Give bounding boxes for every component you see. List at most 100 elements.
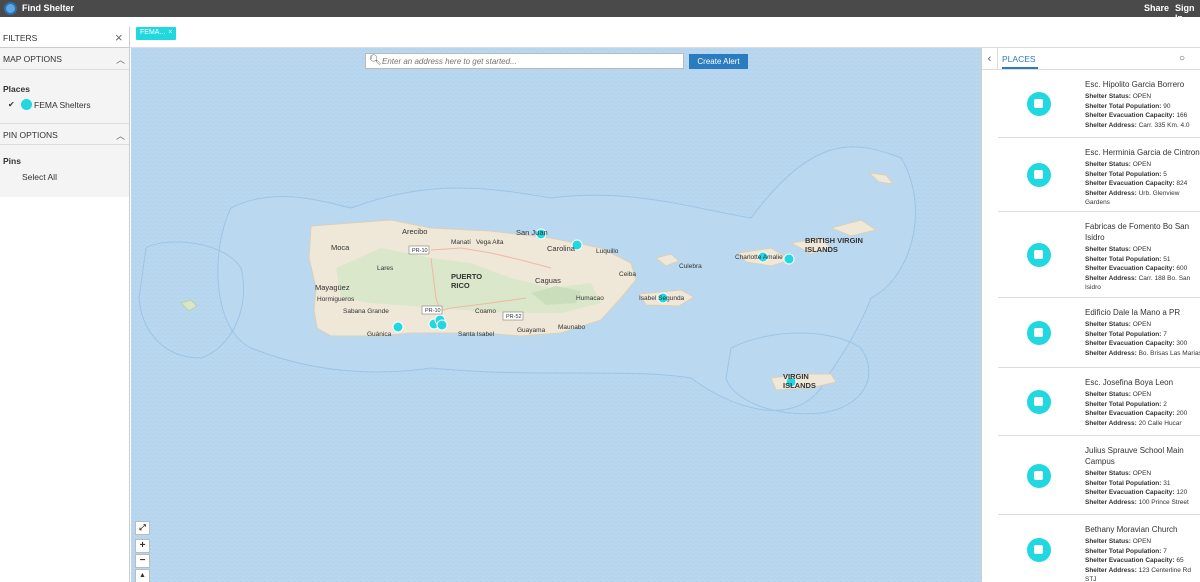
zoom-out-button[interactable]: − — [135, 554, 150, 568]
field-label: Shelter Status: — [1085, 246, 1131, 253]
chevron-left-icon[interactable]: ‹ — [982, 48, 998, 70]
shelter-avatar-icon — [1027, 243, 1051, 267]
field-label: Shelter Total Population: — [1085, 479, 1162, 487]
place-field-status: Shelter Status: OPEN — [1085, 245, 1200, 255]
refresh-icon[interactable]: ○ — [1179, 53, 1185, 64]
app-title: Find Shelter — [22, 3, 75, 13]
map-label-luquillo: Luquillo — [596, 248, 619, 255]
place-name[interactable]: Julius Sprauve School Main Campus — [1085, 445, 1200, 467]
place-field-capacity: Shelter Evacuation Capacity: 300 — [1085, 339, 1200, 349]
place-name[interactable]: Fabricas de Fomento Bo San Isidro — [1085, 221, 1200, 243]
shelter-pin-guanica[interactable] — [392, 321, 404, 333]
field-label: Shelter Total Population: — [1085, 400, 1162, 408]
shelter-avatar-icon — [1027, 321, 1051, 345]
field-label: Shelter Status: — [1085, 538, 1131, 545]
field-value: 2 — [1163, 400, 1167, 408]
field-value: OPEN — [1132, 470, 1152, 477]
checkmark-icon[interactable]: ✔ — [8, 100, 15, 109]
place-info: Esc. Josefina Boya Leon Shelter Status: O… — [1085, 377, 1200, 428]
field-label: Shelter Address: — [1085, 419, 1137, 427]
pin-options-title: PIN OPTIONS — [3, 130, 58, 140]
place-card[interactable]: Julius Sprauve School Main Campus Shelter… — [998, 436, 1200, 515]
filters-header: FILTERS × — [0, 27, 129, 48]
place-field-status: Shelter Status: OPEN — [1085, 160, 1200, 170]
shelter-pin-st-john[interactable] — [783, 253, 795, 265]
place-name[interactable]: Esc. Herminia Garcia de Cintron — [1085, 147, 1200, 158]
field-value: OPEN — [1132, 538, 1152, 545]
address-search-input[interactable] — [382, 55, 677, 67]
place-field-status: Shelter Status: OPEN — [1085, 390, 1200, 400]
zoom-in-button[interactable]: + — [135, 539, 150, 553]
map-label-san-juan: San Juan — [516, 228, 548, 237]
place-field-address: Shelter Address: 123 Centerline Rd STJ — [1085, 566, 1200, 582]
places-item-fema-shelters[interactable]: FEMA Shelters — [34, 100, 91, 110]
place-card[interactable]: Esc. Josefina Boya Leon Shelter Status: O… — [998, 368, 1200, 436]
map-label-guanica: Guánica — [367, 331, 392, 338]
shelter-pin-ponce-3[interactable] — [436, 319, 448, 331]
place-card[interactable]: Fabricas de Fomento Bo San Isidro Shelter… — [998, 212, 1200, 298]
share-link[interactable]: Share — [1144, 3, 1169, 13]
filter-chip-fema[interactable]: FEMA... × — [136, 27, 177, 40]
field-value: OPEN — [1132, 321, 1152, 328]
field-value: Bo. Brisas Las Marias — [1138, 349, 1200, 357]
place-field-capacity: Shelter Evacuation Capacity: 200 — [1085, 409, 1200, 419]
close-icon[interactable]: × — [168, 29, 172, 36]
tab-places[interactable]: PLACES — [1002, 54, 1038, 69]
filter-chip-label: FEMA... — [140, 29, 166, 36]
app-logo-icon — [4, 2, 17, 15]
place-field-status: Shelter Status: OPEN — [1085, 537, 1200, 547]
field-value: 300 — [1176, 340, 1188, 347]
field-label: Shelter Evacuation Capacity: — [1085, 489, 1175, 496]
map-options-header[interactable]: MAP OPTIONS ︿ — [0, 48, 129, 70]
place-field-address: Shelter Address: 20 Calle Hucar — [1085, 419, 1200, 429]
field-label: Shelter Evacuation Capacity: — [1085, 112, 1175, 119]
place-name[interactable]: Bethany Moravian Church — [1085, 524, 1200, 535]
search-icon: 🔍︎ — [369, 55, 382, 66]
place-name[interactable]: Esc. Josefina Boya Leon — [1085, 377, 1200, 388]
field-value: 31 — [1163, 479, 1171, 487]
place-info: Edificio Dale la Mano a PR Shelter Status… — [1085, 307, 1200, 358]
field-value: 90 — [1163, 102, 1171, 110]
place-info: Esc. Hipolito Garcia Borrero Shelter Stat… — [1085, 79, 1200, 130]
compass-north-icon[interactable]: ▲ — [135, 569, 150, 582]
place-field-address: Shelter Address: Bo. Brisas Las Marias — [1085, 349, 1200, 359]
places-list: Esc. Hipolito Garcia Borrero Shelter Stat… — [998, 70, 1200, 582]
address-search[interactable]: 🔍︎ — [365, 53, 684, 69]
place-field-status: Shelter Status: OPEN — [1085, 469, 1200, 479]
shelter-pin-icon — [21, 99, 32, 110]
place-name[interactable]: Edificio Dale la Mano a PR — [1085, 307, 1200, 318]
place-card[interactable]: Esc. Hipolito Garcia Borrero Shelter Stat… — [998, 70, 1200, 138]
active-filter-bar: FEMA... × — [0, 17, 1200, 48]
create-alert-button[interactable]: Create Alert — [689, 54, 748, 69]
select-all-link[interactable]: Select All — [22, 172, 57, 182]
place-field-population: Shelter Total Population: 90 — [1085, 102, 1200, 112]
map-view[interactable]: Arecibo Moca Manatí Vega Alta San Juan C… — [131, 48, 981, 582]
map-label-ceiba: Ceiba — [619, 271, 636, 278]
pin-options-header[interactable]: PIN OPTIONS ︿ — [0, 123, 129, 145]
field-value: 120 — [1176, 489, 1188, 496]
chevron-up-icon[interactable]: ︿ — [116, 129, 125, 142]
field-label: Shelter Address: — [1085, 274, 1137, 282]
place-field-population: Shelter Total Population: 31 — [1085, 479, 1200, 489]
fullscreen-icon[interactable]: ⤢ — [135, 521, 150, 535]
place-card[interactable]: Esc. Herminia Garcia de Cintron Shelter S… — [998, 138, 1200, 212]
place-card[interactable]: Bethany Moravian Church Shelter Status: O… — [998, 515, 1200, 582]
filters-title: FILTERS — [3, 33, 38, 43]
field-label: Shelter Address: — [1085, 349, 1137, 357]
place-field-capacity: Shelter Evacuation Capacity: 166 — [1085, 111, 1200, 121]
map-label-hormigueros: Hormigueros — [317, 296, 355, 303]
map-options-title: MAP OPTIONS — [3, 54, 62, 64]
place-card[interactable]: Edificio Dale la Mano a PR Shelter Status… — [998, 298, 1200, 368]
place-name[interactable]: Esc. Hipolito Garcia Borrero — [1085, 79, 1200, 90]
shelter-avatar-icon — [1027, 390, 1051, 414]
field-label: Shelter Address: — [1085, 566, 1137, 574]
map-label-isabel-segunda: Isabel Segunda — [639, 295, 685, 302]
chevron-up-icon[interactable]: ︿ — [116, 53, 125, 66]
shelter-avatar-icon — [1027, 464, 1051, 488]
map-label-sabana-grande: Sabana Grande — [343, 308, 389, 315]
field-label: Shelter Evacuation Capacity: — [1085, 410, 1175, 417]
close-icon[interactable]: × — [115, 30, 123, 45]
place-field-address: Shelter Address: Urb. Glenview Gardens — [1085, 189, 1200, 208]
map-canvas[interactable]: Arecibo Moca Manatí Vega Alta San Juan C… — [131, 48, 981, 582]
place-field-population: Shelter Total Population: 2 — [1085, 400, 1200, 410]
